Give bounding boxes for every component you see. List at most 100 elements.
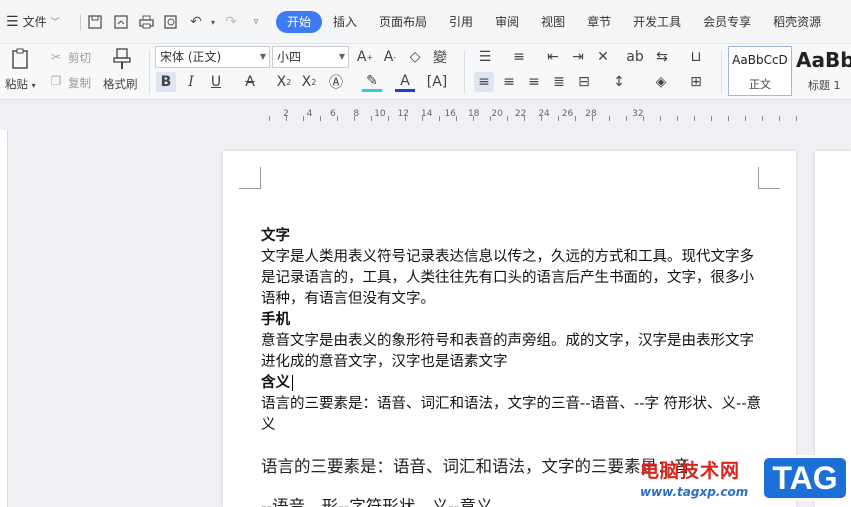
save-as-icon[interactable] — [112, 13, 130, 31]
ruler-number: 2 — [283, 109, 289, 119]
font-color-icon[interactable]: A — [395, 72, 415, 92]
redo-icon[interactable]: ↷ — [222, 13, 240, 31]
undo-icon[interactable]: ↶ — [187, 13, 205, 31]
ruler-number: 32 — [632, 109, 644, 119]
line-spacing-icon[interactable]: ↕ — [609, 72, 629, 92]
paragraph: 文字是人类用表义符号记录表达信息以传之，久远的方式和工具。现代文字多是记录语言的… — [261, 249, 754, 307]
tab-view[interactable]: 视图 — [530, 11, 576, 33]
ruler-number: 14 — [421, 109, 433, 119]
watermark-url: www.tagxp.com — [640, 485, 749, 499]
ruler-number: 4 — [306, 109, 313, 119]
tab-references[interactable]: 引用 — [438, 11, 484, 33]
heading: 手机 — [261, 312, 290, 328]
margin-corner-mark — [758, 167, 780, 189]
show-marks-icon[interactable]: ab — [625, 47, 645, 67]
ruler-number: 20 — [491, 109, 503, 119]
align-center-icon[interactable]: ≡ — [499, 72, 519, 92]
tab-member[interactable]: 会员专享 — [692, 11, 762, 33]
menu-icon: ☰ — [6, 13, 19, 30]
sort-icon[interactable]: ⇆ — [652, 47, 672, 67]
style-name: 标题 1 — [808, 79, 841, 92]
ruler-tick — [456, 116, 457, 121]
ruler-number: 12 — [397, 109, 410, 119]
format-painter-icon[interactable] — [110, 46, 134, 72]
ruler-tick — [694, 116, 695, 121]
ruler-scale: 2 4 6 8 10 12 14 16 18 20 22 24 26 28 32 — [228, 107, 797, 123]
text-effect-icon[interactable]: Ⓐ — [326, 72, 346, 92]
superscript-icon[interactable]: X2 — [274, 72, 294, 92]
paste-button[interactable]: 粘贴 ▾ — [5, 76, 36, 92]
bullet-list-icon[interactable]: ☰ — [475, 47, 495, 67]
bold-icon[interactable]: B — [156, 72, 176, 92]
ruler-number: 18 — [467, 109, 480, 119]
underline-icon[interactable]: U — [206, 72, 226, 92]
separator — [149, 50, 150, 94]
strikethrough-icon[interactable]: A — [240, 72, 260, 92]
ruler-number: 16 — [444, 109, 456, 119]
grow-font-icon[interactable]: A + — [355, 47, 375, 67]
ruler-tick — [558, 116, 559, 121]
align-right-icon[interactable]: ≡ — [524, 72, 544, 92]
distributed-icon[interactable]: ⊟ — [574, 72, 594, 92]
format-painter-button[interactable]: 格式刷 — [103, 76, 138, 92]
ruler-tick — [507, 116, 508, 121]
margin-corner-mark — [239, 167, 261, 189]
watermark-logo: TAG — [761, 455, 849, 501]
ruler-tick — [779, 116, 780, 121]
italic-icon[interactable]: I — [181, 72, 201, 92]
ruler-tick — [269, 116, 270, 121]
style-sample: AaBb — [796, 48, 851, 72]
ruler-number: 26 — [561, 109, 574, 119]
phonetic-icon[interactable]: 變 — [430, 47, 450, 67]
horizontal-ruler: 2 4 6 8 10 12 14 16 18 20 22 24 26 28 32 — [0, 101, 851, 129]
highlight-icon[interactable]: ✎ — [362, 72, 382, 92]
increase-indent-icon[interactable]: ⇥ — [568, 47, 588, 67]
chevron-down-icon: ▼ — [338, 52, 345, 61]
character-border-icon[interactable]: [A] — [427, 72, 448, 92]
cut-button[interactable]: 剪切 — [68, 50, 91, 66]
ruler-tick — [303, 116, 304, 121]
chevron-down-icon: ▼ — [259, 52, 266, 61]
tab-section[interactable]: 章节 — [576, 11, 622, 33]
shrink-font-icon[interactable]: A- — [380, 47, 400, 67]
ruler-tick — [626, 116, 627, 121]
customize-toolbar-icon[interactable]: ▿ — [247, 13, 265, 31]
tab-insert[interactable]: 插入 — [322, 11, 368, 33]
ruler-tick — [796, 116, 797, 121]
style-sample: AaBbCcD — [732, 53, 788, 67]
chevron-down-icon: ﹀ — [50, 18, 60, 28]
clipboard-icon[interactable] — [8, 47, 32, 71]
copy-button[interactable]: 复制 — [68, 75, 91, 91]
heading-with-cursor: 含义 — [261, 373, 761, 394]
align-left-icon[interactable]: ≡ — [474, 72, 494, 92]
undo-dropdown-icon[interactable]: ▾ — [204, 13, 222, 31]
tab-home[interactable]: 开始 — [276, 11, 323, 33]
file-menu[interactable]: ☰ 文件 ﹀ — [6, 13, 60, 30]
numbered-list-icon[interactable]: ≡ — [509, 47, 529, 67]
print-icon[interactable] — [137, 13, 155, 31]
style-normal[interactable]: AaBbCcD 正文 — [728, 46, 792, 96]
justify-icon[interactable]: ≣ — [549, 72, 569, 92]
borders-icon[interactable]: ⊞ — [686, 72, 706, 92]
menu-bar: ☰ 文件 ﹀ ↶ ▾ ↷ ▿ 开始 插入 页面布局 引用 审阅 视图 章节 开发… — [0, 0, 851, 44]
ruler-tick — [728, 116, 729, 121]
tab-docer[interactable]: 稻壳资源 — [762, 11, 832, 33]
chinese-layout-icon[interactable]: ✕ — [593, 47, 613, 67]
print-preview-icon[interactable] — [162, 13, 180, 31]
save-icon[interactable] — [86, 13, 104, 31]
style-heading-1[interactable]: AaBb 标题 1 — [794, 46, 851, 96]
scissors-icon: ✂ — [50, 50, 62, 64]
font-name-select[interactable]: 宋体 (正文) ▼ — [155, 46, 270, 68]
tab-review[interactable]: 审阅 — [484, 11, 530, 33]
subscript-icon[interactable]: X2 — [299, 72, 319, 92]
decrease-indent-icon[interactable]: ⇤ — [543, 47, 563, 67]
font-size-select[interactable]: 小四 ▼ — [272, 46, 349, 68]
ribbon-toolbar: 粘贴 ▾ ✂ 剪切 ❐ 复制 格式刷 宋体 (正文) ▼ 小四 ▼ A + A- … — [0, 44, 851, 100]
tab-page-layout[interactable]: 页面布局 — [368, 11, 438, 33]
style-name: 正文 — [749, 78, 771, 91]
tab-stop-icon[interactable]: ⊔ — [686, 47, 706, 67]
paragraph: 意音文字是由表义的象形符号和表音的声旁组。成的文字，汉字是由表形文字进化成的意音… — [261, 333, 754, 370]
tab-developer[interactable]: 开发工具 — [622, 11, 692, 33]
clear-format-icon[interactable]: ◇ — [405, 47, 425, 67]
shading-icon[interactable]: ◈ — [651, 72, 671, 92]
